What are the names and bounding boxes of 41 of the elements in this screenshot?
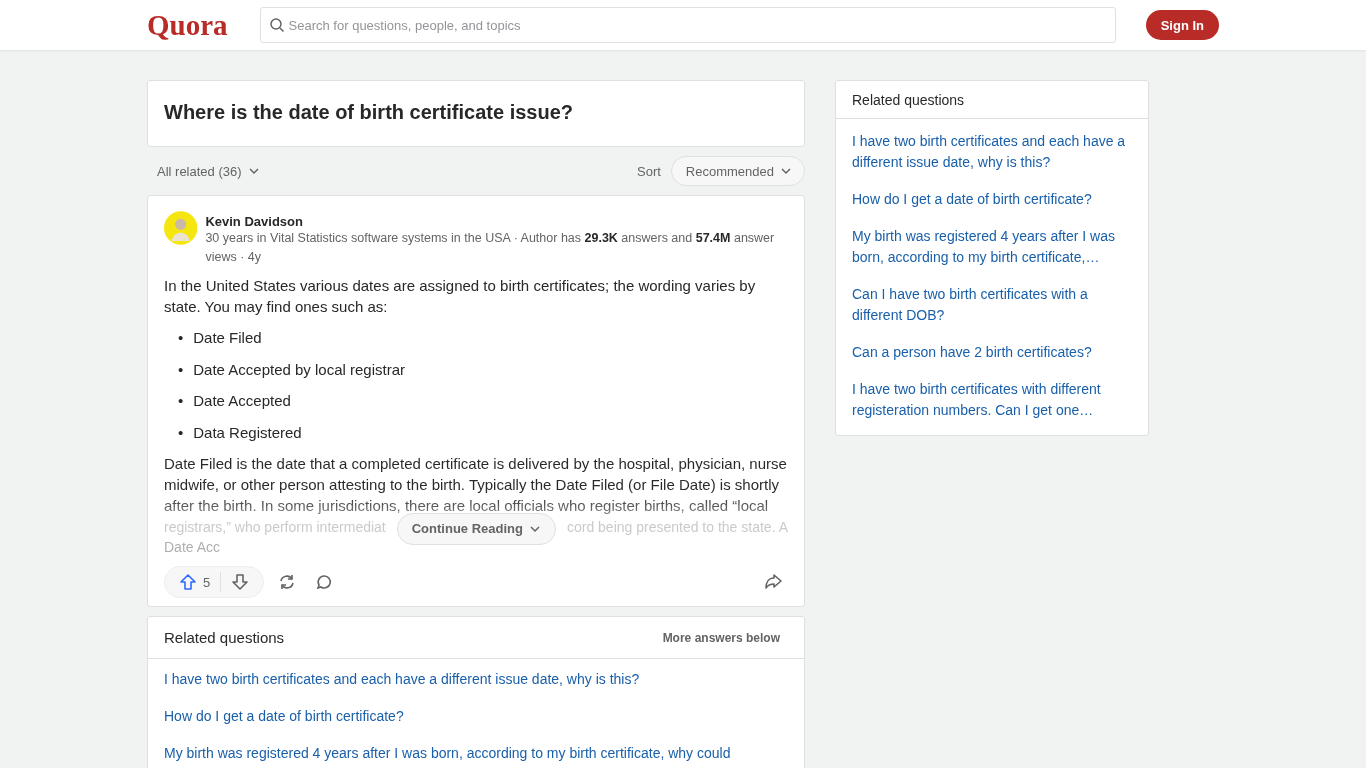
related-question-link[interactable]: I have two birth certificates and each have a different issue date, why is this? [852, 123, 1132, 181]
sort-label: Sort [637, 163, 661, 179]
related-question-link[interactable]: How do I get a date of birth certificate? [164, 698, 788, 735]
related-question-link[interactable]: How do I get a date of birth certificate? [852, 181, 1132, 218]
card-title: Related questions [164, 629, 285, 646]
sign-in-button[interactable]: Sign In [1145, 10, 1219, 40]
chevron-down-icon [780, 165, 792, 177]
related-question-link[interactable]: Can I have two birth certificates with a different DOB? [852, 276, 1132, 334]
related-question-link[interactable]: My birth was registered 4 years after I was born, according to my birth certificate, why could [164, 735, 788, 768]
answer-intro: In the United States various dates are assigned to birth certificates; the wording varies by state. You may find ones such as: [164, 276, 757, 317]
bullet: • [178, 359, 184, 380]
logo[interactable]: Quora [147, 8, 228, 42]
list-item: Data Registered [193, 422, 302, 443]
list-item: Date Filed [193, 328, 262, 348]
sort-dropdown[interactable]: Recommended [670, 156, 805, 186]
bullet: • [178, 391, 184, 411]
share-icon [764, 573, 782, 591]
related-question-link[interactable]: I have two birth certificates with different registeration numbers. Can I get one… [852, 371, 1132, 429]
bullet: • [178, 422, 184, 443]
bullet: • [178, 328, 184, 348]
faded-text: Date Acc [164, 539, 221, 555]
search-icon [268, 17, 285, 33]
author-name[interactable]: Kevin Davidson [205, 214, 788, 229]
more-answers-label: More answers below [662, 630, 780, 645]
question-title: Where is the date of birth certificate issue? [163, 100, 574, 125]
comment-icon [316, 574, 333, 590]
author-credential: 30 years in Vital Statistics software systems in the USA · Author has 29.3K answers and 57.4M answer views · 4y [205, 230, 776, 266]
related-question-link[interactable]: My birth was registered 4 years after I was born, according to my birth certificate,… [852, 218, 1132, 276]
card-title: Related questions [852, 91, 965, 108]
upvote-icon [179, 573, 197, 591]
downvote-icon [231, 573, 250, 591]
upvote-button[interactable]: 5 [173, 569, 217, 595]
continue-reading-button[interactable]: Continue Reading [396, 512, 556, 545]
search-field[interactable]: Search for questions, people, and topics [259, 7, 1116, 43]
refresh-icon [278, 573, 297, 591]
list-item: Date Accepted [193, 391, 291, 411]
related-question-link[interactable]: I have two birth certificates and each have a different issue date, why is this? [164, 661, 788, 698]
chevron-down-icon [247, 165, 260, 177]
all-related-dropdown[interactable]: All related (36) [157, 163, 260, 179]
list-item: Date Accepted by local registrar [193, 359, 406, 380]
related-question-link[interactable]: Can a person have 2 birth certificates? [852, 334, 1132, 371]
